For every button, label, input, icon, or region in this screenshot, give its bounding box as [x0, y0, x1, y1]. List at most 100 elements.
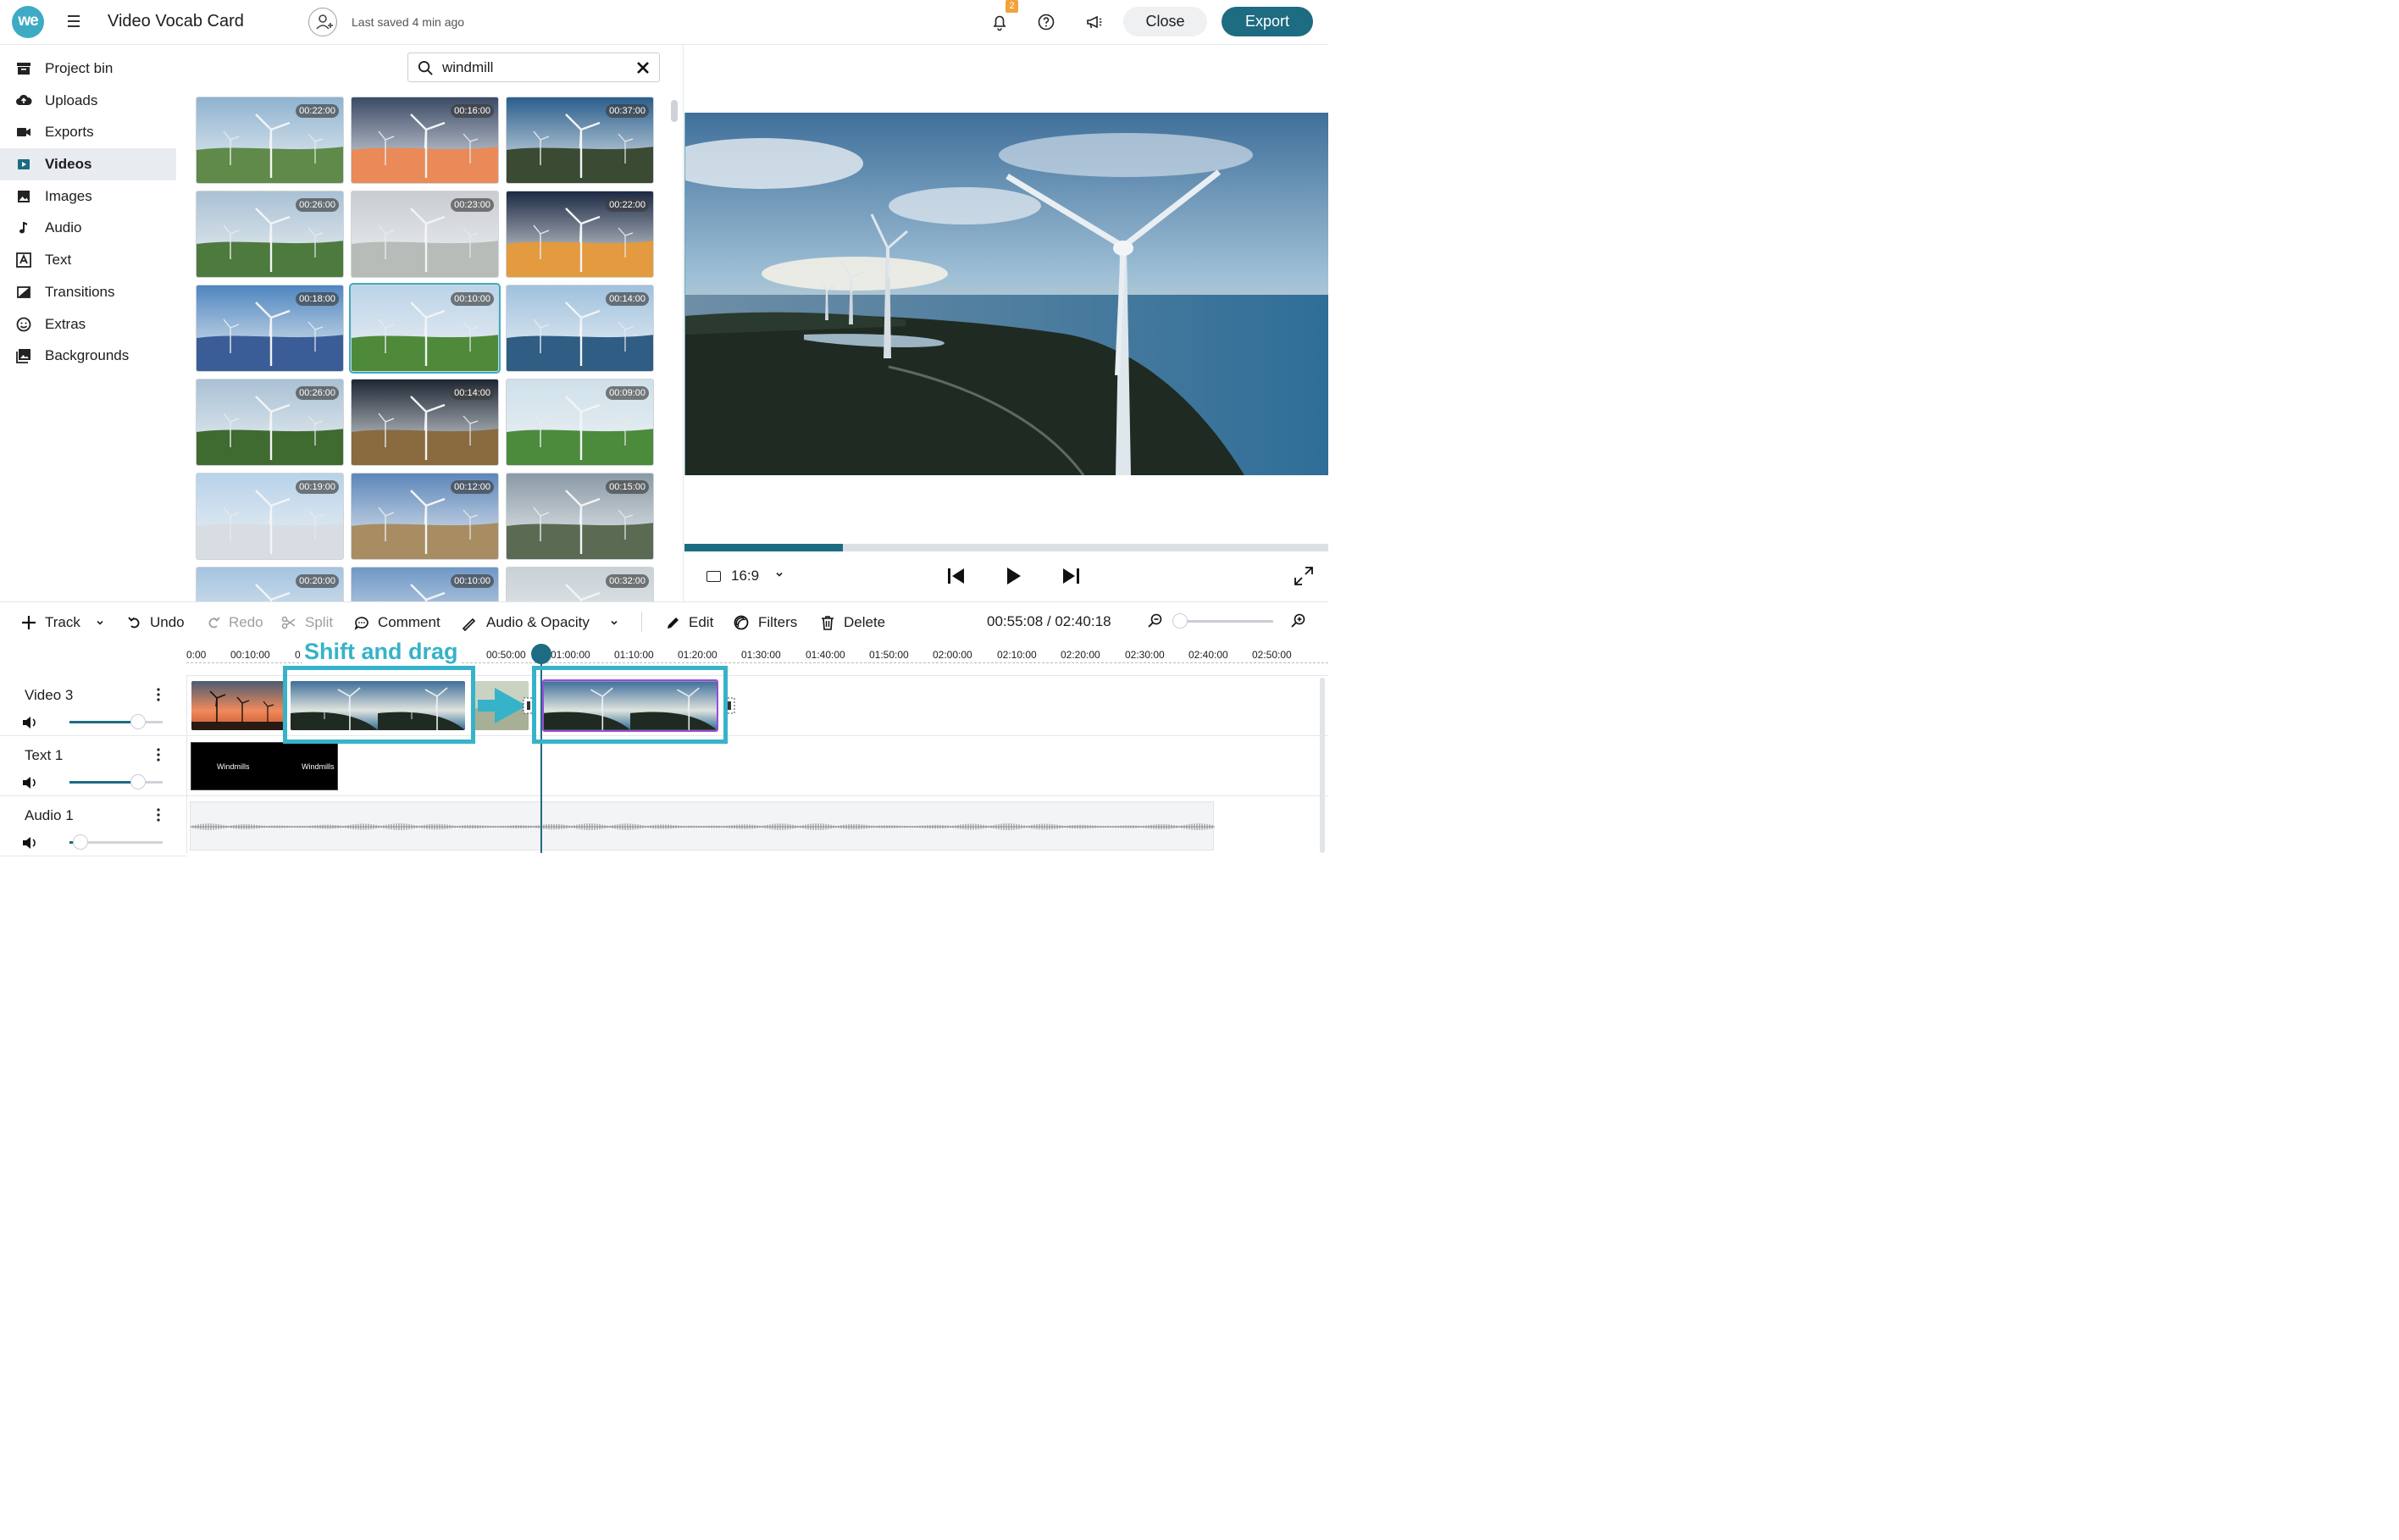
sidebar-item-label: Transitions	[45, 283, 115, 300]
export-button[interactable]: Export	[1222, 7, 1313, 36]
volume-icon[interactable]	[21, 835, 38, 850]
video-result-thumbnail[interactable]: 00:09:00	[506, 379, 654, 466]
zoom-slider[interactable]	[1180, 620, 1273, 623]
volume-icon[interactable]	[21, 715, 38, 730]
zoom-in-icon[interactable]	[1290, 612, 1307, 629]
menu-icon[interactable]	[68, 12, 81, 30]
video-result-thumbnail[interactable]: 00:15:00	[506, 473, 654, 560]
redo-icon	[208, 617, 220, 629]
fullscreen-icon[interactable]	[1293, 565, 1315, 587]
sidebar-item-text[interactable]: Text	[0, 244, 176, 276]
timeline-scrollbar[interactable]	[1320, 678, 1325, 853]
bell-icon[interactable]	[989, 12, 1010, 32]
video-result-thumbnail[interactable]: 00:14:00	[351, 379, 499, 466]
add-track-button[interactable]: Track	[20, 612, 109, 634]
ruler-tick-label: 02:10:00	[997, 649, 1037, 661]
video-result-thumbnail[interactable]: 00:26:00	[196, 379, 344, 466]
redo-button[interactable]: Redo	[205, 612, 266, 634]
ruler-tick-label: 02:40:00	[1188, 649, 1228, 661]
zoom-slider-handle[interactable]	[1172, 613, 1188, 629]
audio-waveform	[190, 823, 1215, 830]
video-result-thumbnail[interactable]: 00:16:00	[351, 97, 499, 184]
track-name[interactable]: Text 1	[25, 747, 63, 764]
skip-forward-icon[interactable]	[1060, 565, 1082, 587]
playhead-handle[interactable]	[531, 644, 551, 664]
sidebar-item-backgrounds[interactable]: Backgrounds	[0, 340, 176, 372]
clear-search-icon[interactable]	[636, 61, 650, 75]
volume-handle[interactable]	[130, 714, 146, 729]
video-result-thumbnail[interactable]: 00:23:00	[351, 191, 499, 278]
text-clip[interactable]: Windmills Windmills	[191, 742, 338, 790]
results-scrollbar[interactable]	[671, 100, 678, 122]
search-input[interactable]	[442, 58, 629, 77]
audio-clip[interactable]	[190, 801, 1215, 850]
track-volume-slider[interactable]	[69, 834, 163, 850]
search-box[interactable]	[407, 53, 660, 82]
volume-handle[interactable]	[73, 834, 88, 850]
zoom-out-icon[interactable]	[1147, 612, 1164, 629]
track-name[interactable]: Audio 1	[25, 807, 74, 824]
delete-button[interactable]: Delete	[819, 612, 891, 634]
video-result-thumbnail[interactable]: 00:26:00	[196, 191, 344, 278]
ruler-tick-label: 0:00	[186, 649, 207, 661]
volume-icon[interactable]	[21, 775, 38, 790]
undo-button[interactable]: Undo	[126, 612, 190, 634]
video-result-thumbnail[interactable]: 00:18:00	[196, 285, 344, 372]
video-result-thumbnail[interactable]: 00:14:00	[506, 285, 654, 372]
add-collaborator-button[interactable]	[308, 8, 337, 36]
video-preview[interactable]	[684, 113, 1328, 475]
video-duration-badge: 00:10:00	[451, 292, 494, 306]
video-result-thumbnail[interactable]: 00:10:00	[349, 283, 501, 374]
video-result-thumbnail[interactable]: 00:12:00	[351, 473, 499, 560]
project-title[interactable]: Video Vocab Card	[108, 12, 244, 31]
kebab-menu-icon[interactable]	[155, 687, 162, 702]
sidebar-item-extras[interactable]: Extras	[0, 308, 176, 341]
edit-button[interactable]: Edit	[665, 612, 717, 634]
ruler-tick-label: 00:10:00	[230, 649, 270, 661]
comment-button[interactable]: Comment	[353, 612, 446, 634]
video-result-thumbnail[interactable]: 00:10:00	[351, 567, 499, 601]
audio-opacity-button[interactable]: Audio & Opacity	[461, 612, 622, 634]
logo[interactable]: we	[12, 6, 44, 38]
split-label: Split	[305, 614, 334, 630]
volume-handle[interactable]	[130, 774, 146, 789]
track-volume-slider[interactable]	[69, 714, 163, 729]
undo-icon	[128, 617, 140, 629]
video-duration-badge: 00:14:00	[451, 386, 494, 400]
ruler-tick-label: 00:50:00	[486, 649, 526, 661]
video-duration-badge: 00:32:00	[606, 574, 649, 588]
sidebar-item-uploads[interactable]: Uploads	[0, 85, 176, 117]
track-label: Track	[45, 614, 80, 630]
sidebar-item-audio[interactable]: Audio	[0, 212, 176, 244]
video-result-thumbnail[interactable]: 00:20:00	[196, 567, 344, 601]
sidebar-item-exports[interactable]: Exports	[0, 116, 176, 148]
panel-divider	[683, 45, 684, 601]
split-button[interactable]: Split	[280, 612, 340, 634]
megaphone-icon[interactable]	[1083, 12, 1104, 32]
close-button[interactable]: Close	[1123, 7, 1207, 36]
filters-button[interactable]: Filters	[733, 612, 805, 634]
video-result-thumbnail[interactable]: 00:19:00	[196, 473, 344, 560]
playback-progress-bar[interactable]	[684, 544, 1328, 551]
play-icon[interactable]	[1002, 565, 1024, 587]
text-clip-label: Windmills	[217, 762, 250, 771]
video-result-thumbnail[interactable]: 00:22:00	[196, 97, 344, 184]
video-clip[interactable]	[191, 681, 285, 730]
track-name[interactable]: Video 3	[25, 687, 73, 704]
text-track-row[interactable]	[187, 737, 1328, 796]
video-result-thumbnail[interactable]: 00:22:00	[506, 191, 654, 278]
chevron-down-icon	[776, 572, 783, 577]
kebab-menu-icon[interactable]	[155, 747, 162, 762]
kebab-menu-icon[interactable]	[155, 807, 162, 823]
aspect-ratio-select[interactable]: 16:9	[706, 566, 800, 588]
track-volume-slider[interactable]	[69, 774, 163, 789]
skip-back-icon[interactable]	[945, 565, 967, 587]
video-result-thumbnail[interactable]: 00:32:00	[506, 567, 654, 601]
video-result-thumbnail[interactable]: 00:37:00	[506, 97, 654, 184]
help-icon[interactable]	[1036, 12, 1056, 32]
highlight-target-clip	[532, 666, 728, 744]
sidebar-item-project-bin[interactable]: Project bin	[0, 53, 176, 85]
sidebar-item-transitions[interactable]: Transitions	[0, 276, 176, 308]
sidebar-item-images[interactable]: Images	[0, 180, 176, 213]
sidebar-item-videos[interactable]: Videos	[0, 148, 176, 180]
